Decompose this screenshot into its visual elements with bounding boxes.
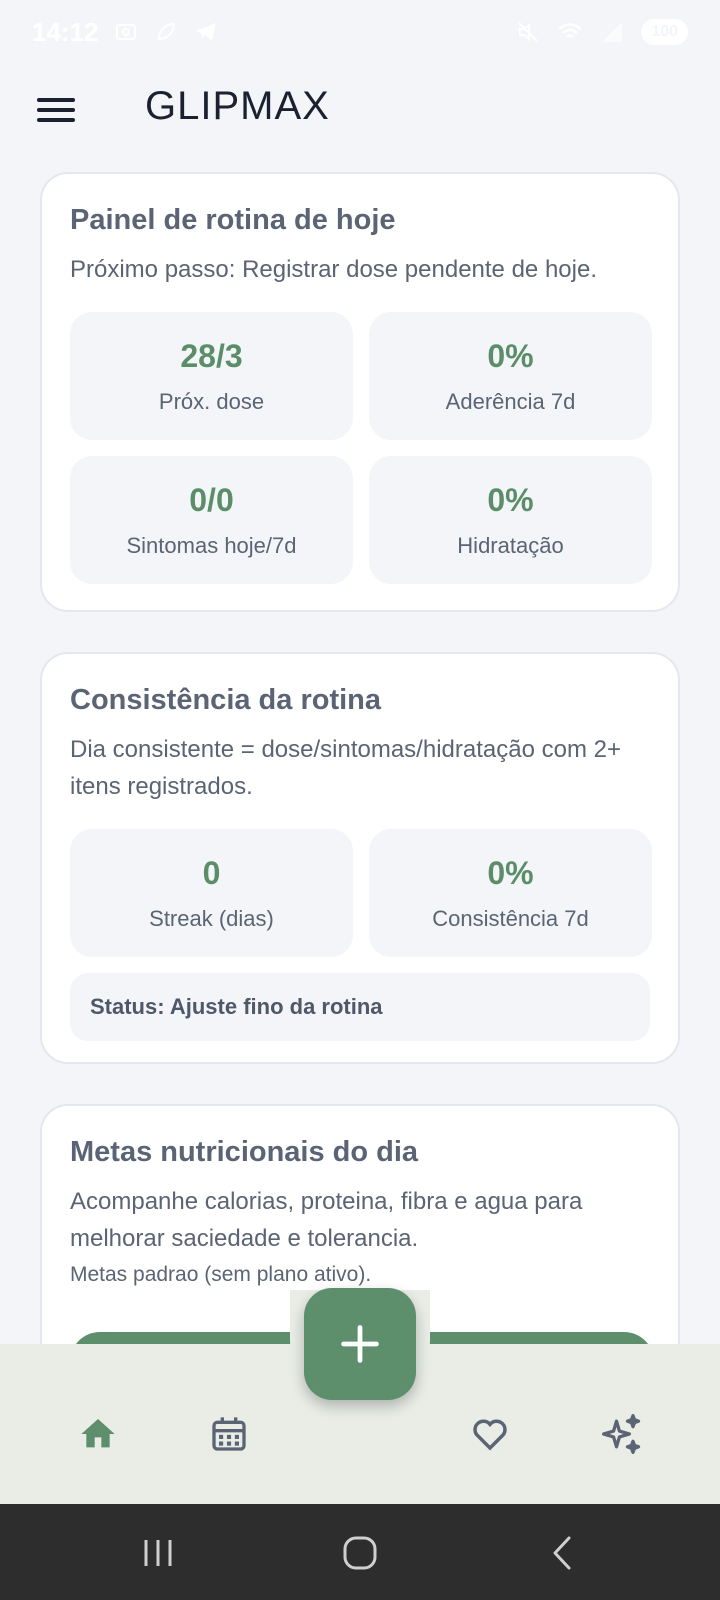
stat-label: Próx. dose [158, 388, 265, 414]
stat-label: Consistência 7d [432, 905, 589, 931]
stat-symptoms[interactable]: 0/0 Sintomas hoje/7d [70, 456, 353, 584]
routine-card-title: Painel de rotina de hoje [70, 204, 396, 236]
nutrition-card-title: Metas nutricionais do dia [70, 1136, 419, 1168]
back-button[interactable] [532, 1528, 592, 1578]
nutrition-card-description: Acompanhe calorias, proteina, fibra e ag… [70, 1188, 583, 1252]
nav-calendar[interactable] [199, 1404, 259, 1464]
stat-value: 28/3 [180, 337, 243, 374]
consistency-status: Status: Ajuste fino da rotina [70, 973, 650, 1041]
add-button[interactable] [304, 1288, 416, 1400]
screenshot-icon [113, 19, 139, 45]
routine-stats-grid: 28/3 Próx. dose 0% Aderência 7d 0/0 Sint… [70, 312, 652, 584]
stat-label: Aderência 7d [445, 388, 576, 414]
sparkles-icon [602, 1414, 641, 1454]
stat-adherence[interactable]: 0% Aderência 7d [369, 312, 652, 440]
app-notification-icon [153, 19, 179, 45]
nav-ai-assistant[interactable] [592, 1404, 652, 1464]
stat-value: 0% [487, 854, 534, 891]
stat-streak[interactable]: 0 Streak (dias) [70, 829, 353, 957]
signal-icon [599, 19, 625, 45]
stat-label: Hidratação [457, 532, 564, 558]
routine-panel-card: Painel de rotina de hoje Próximo passo: … [40, 172, 680, 612]
hamburger-icon [37, 98, 75, 122]
home-system-button[interactable] [330, 1528, 390, 1578]
recent-apps-button[interactable] [128, 1528, 188, 1578]
plus-icon [341, 1325, 379, 1363]
stat-next-dose[interactable]: 28/3 Próx. dose [70, 312, 353, 440]
nav-favorites[interactable] [460, 1404, 520, 1464]
heart-icon [473, 1419, 507, 1451]
app-bar: GLIPMAX [0, 64, 720, 156]
recent-apps-icon [144, 1540, 172, 1566]
app-title: GLIPMAX [145, 84, 330, 128]
calendar-icon [212, 1417, 246, 1451]
stat-hydration[interactable]: 0% Hidratação [369, 456, 652, 584]
home-icon [81, 1419, 115, 1448]
stat-value: 0% [487, 481, 534, 518]
routine-card-description: Próximo passo: Registrar dose pendente d… [70, 256, 597, 283]
consistency-card-description: Dia consistente = dose/sintomas/hidrataç… [70, 736, 621, 800]
telegram-icon [193, 19, 219, 45]
mute-icon [515, 19, 541, 45]
stat-consistency[interactable]: 0% Consistência 7d [369, 829, 652, 957]
consistency-card: Consistência da rotina Dia consistente =… [40, 652, 680, 1064]
nutrition-card-note: Metas padrao (sem plano ativo). [70, 1263, 372, 1286]
consistency-stats-grid: 0 Streak (dias) 0% Consistência 7d [70, 829, 652, 957]
wifi-icon [557, 19, 583, 45]
status-time: 14:12 [32, 16, 99, 47]
stat-value: 0/0 [189, 481, 234, 518]
status-bar: 14:12 100 [0, 0, 720, 64]
consistency-card-title: Consistência da rotina [70, 684, 382, 716]
nav-home[interactable] [68, 1404, 128, 1464]
stat-label: Sintomas hoje/7d [126, 532, 297, 558]
system-navigation-bar [0, 1504, 720, 1600]
home-circle-icon [343, 1536, 377, 1570]
stat-value: 0% [487, 337, 534, 374]
back-icon [553, 1536, 571, 1570]
battery-indicator: 100 [641, 19, 688, 45]
stat-label: Streak (dias) [149, 905, 274, 931]
stat-value: 0 [202, 854, 221, 891]
menu-button[interactable] [30, 90, 82, 130]
